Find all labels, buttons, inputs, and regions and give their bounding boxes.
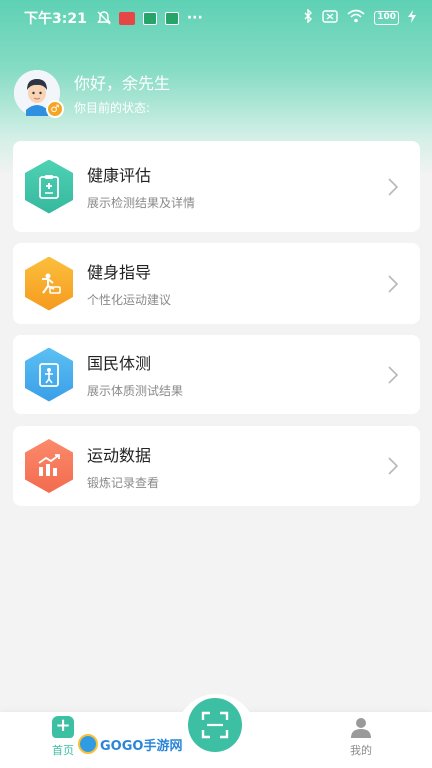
chevron-right-icon bbox=[388, 177, 398, 196]
card-title: 运动数据 bbox=[87, 445, 152, 465]
health-report-icon bbox=[25, 159, 73, 214]
scan-icon bbox=[201, 711, 229, 739]
wifi-icon bbox=[347, 9, 365, 27]
card-subtitle: 锻炼记录查看 bbox=[87, 475, 160, 490]
card-subtitle: 展示体质测试结果 bbox=[87, 384, 184, 398]
card-title: 健身指导 bbox=[87, 263, 152, 282]
more-dots-icon: ··· bbox=[186, 10, 203, 26]
status-label: 你目前的状态: bbox=[74, 101, 151, 115]
status-bar: 下午3:21 ··· 100 bbox=[0, 0, 432, 36]
card-subtitle: 展示检测结果及详情 bbox=[87, 196, 196, 210]
male-gender-icon: ♂ bbox=[46, 100, 64, 118]
sport-data-icon bbox=[25, 439, 73, 493]
card-sport-data[interactable]: 运动数据 锻炼记录查看 bbox=[13, 426, 420, 506]
app-notification-icon bbox=[118, 11, 135, 25]
app-notification-icon-2 bbox=[142, 11, 157, 25]
home-icon: + bbox=[52, 716, 74, 738]
body-test-icon bbox=[25, 347, 73, 402]
battery-level: 100 bbox=[374, 11, 399, 25]
mute-alarm-icon bbox=[96, 11, 111, 25]
watermark: GOGO手游网 bbox=[78, 734, 182, 754]
card-fitness-guide[interactable]: 健身指导 个性化运动建议 bbox=[13, 243, 420, 324]
no-sim-icon bbox=[322, 9, 338, 27]
chevron-right-icon bbox=[388, 274, 398, 293]
watermark-text: GOGO手游网 bbox=[100, 738, 183, 754]
tab-home[interactable]: + 首页 bbox=[52, 716, 74, 758]
user-profile[interactable]: ♂ 你好，余先生 你目前的状态: bbox=[14, 70, 171, 118]
card-national-fitness-test[interactable]: 国民体测 展示体质测试结果 bbox=[13, 335, 420, 414]
avatar[interactable]: ♂ bbox=[14, 70, 64, 118]
app-notification-icon-3 bbox=[164, 11, 179, 25]
tab-mine[interactable]: 我的 bbox=[350, 716, 372, 758]
chevron-right-icon bbox=[388, 365, 398, 384]
chevron-right-icon bbox=[388, 457, 398, 475]
tab-home-label: 首页 bbox=[52, 744, 74, 757]
card-health-assessment[interactable]: 健康评估 展示检测结果及详情 bbox=[13, 141, 420, 232]
card-subtitle: 个性化运动建议 bbox=[87, 293, 172, 307]
greeting-text: 你好，余先生 bbox=[74, 74, 171, 93]
bluetooth-icon bbox=[303, 8, 313, 27]
scan-button[interactable] bbox=[188, 698, 242, 752]
tab-mine-label: 我的 bbox=[350, 744, 372, 757]
watermark-logo-icon bbox=[78, 734, 98, 754]
card-title: 国民体测 bbox=[87, 354, 152, 373]
card-title: 健康评估 bbox=[87, 166, 152, 185]
exercise-guide-icon bbox=[25, 256, 73, 311]
bottom-tab-bar: + 首页 我的 GOGO手游网 bbox=[0, 694, 432, 768]
status-time: 下午3:21 bbox=[24, 11, 87, 27]
charging-icon bbox=[408, 9, 416, 27]
user-icon bbox=[351, 718, 371, 738]
